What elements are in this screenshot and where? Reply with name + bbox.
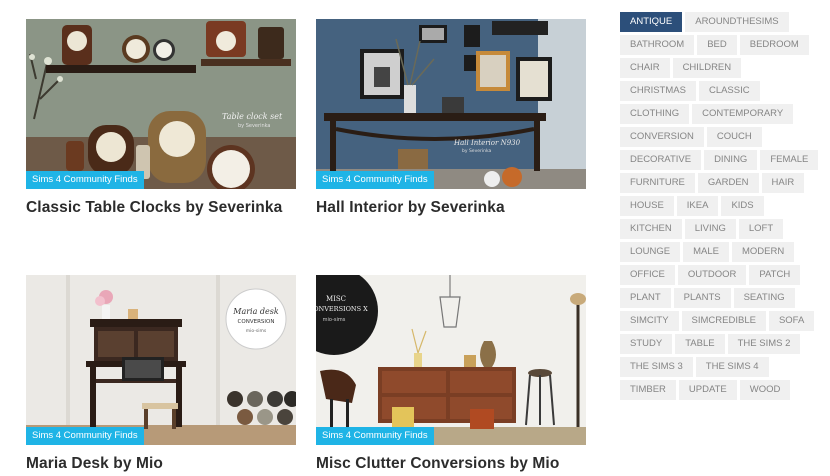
tag-simcredible[interactable]: SIMCREDIBLE [681, 311, 766, 331]
tag-outdoor[interactable]: OUTDOOR [677, 265, 747, 285]
tag-seating[interactable]: SEATING [733, 288, 795, 308]
tag-kitchen[interactable]: KITCHEN [620, 219, 682, 239]
tag-the-sims-3[interactable]: THE SIMS 3 [620, 357, 693, 377]
image-caption: MISC [326, 295, 346, 303]
image-subcaption: by Severinka [462, 148, 491, 154]
post-thumbnail[interactable]: Hall Interior N930 by Severinka Sims 4 C… [316, 19, 586, 189]
tag-the-sims-2[interactable]: THE SIMS 2 [727, 334, 801, 354]
image-subcaption: by Severinka [238, 123, 271, 129]
tag-cloud: ANTIQUE AROUNDTHESIMS BATHROOM BED BEDRO… [620, 12, 820, 400]
tag-furniture[interactable]: FURNITURE [620, 173, 695, 193]
desk-image: Maria desk CONVERSION mio-sims [26, 275, 296, 445]
tag-house[interactable]: HOUSE [620, 196, 674, 216]
post-thumbnail[interactable]: Maria desk CONVERSION mio-sims Sims 4 Co… [26, 275, 296, 445]
post-title[interactable]: Misc Clutter Conversions by Mio [316, 455, 559, 473]
hall-image: Hall Interior N930 by Severinka [316, 19, 586, 189]
tag-wood[interactable]: WOOD [739, 380, 791, 400]
category-badge[interactable]: Sims 4 Community Finds [26, 171, 144, 189]
tag-plants[interactable]: PLANTS [673, 288, 731, 308]
tag-living[interactable]: LIVING [684, 219, 736, 239]
tag-loft[interactable]: LOFT [738, 219, 784, 239]
tag-hair[interactable]: HAIR [761, 173, 805, 193]
tag-garden[interactable]: GARDEN [697, 173, 759, 193]
post-title[interactable]: Classic Table Clocks by Severinka [26, 199, 282, 217]
clocks-image: Table clock set by Severinka [26, 19, 296, 189]
tag-kids[interactable]: KIDS [721, 196, 764, 216]
image-caption: Table clock set [222, 112, 283, 121]
tag-clothing[interactable]: CLOTHING [620, 104, 690, 124]
tag-the-sims-4[interactable]: THE SIMS 4 [695, 357, 769, 377]
image-caption: Hall Interior N930 [453, 139, 521, 147]
tag-lounge[interactable]: LOUNGE [620, 242, 681, 262]
tag-conversion[interactable]: CONVERSION [620, 127, 704, 147]
image-caption-2: CONVERSION [238, 319, 275, 325]
image-subcaption: mio-sims [246, 328, 267, 334]
clutter-image: MISC CONVERSIONS X mio-sims [316, 275, 586, 445]
tag-female[interactable]: FEMALE [760, 150, 819, 170]
tag-study[interactable]: STUDY [620, 334, 673, 354]
tag-classic[interactable]: CLASSIC [698, 81, 760, 101]
tag-chair[interactable]: CHAIR [620, 58, 670, 78]
post-thumbnail[interactable]: Table clock set by Severinka Sims 4 Comm… [26, 19, 296, 189]
tag-couch[interactable]: COUCH [706, 127, 762, 147]
tag-patch[interactable]: PATCH [749, 265, 801, 285]
tag-male[interactable]: MALE [683, 242, 729, 262]
tag-antique[interactable]: ANTIQUE [620, 12, 683, 32]
tag-dining[interactable]: DINING [704, 150, 758, 170]
tag-plant[interactable]: PLANT [620, 288, 671, 308]
image-caption: Maria desk [232, 307, 279, 316]
tag-simcity[interactable]: SIMCITY [620, 311, 679, 331]
tag-sofa[interactable]: SOFA [768, 311, 815, 331]
tag-children[interactable]: CHILDREN [672, 58, 742, 78]
category-badge[interactable]: Sims 4 Community Finds [316, 171, 434, 189]
tag-modern[interactable]: MODERN [732, 242, 795, 262]
post-title[interactable]: Hall Interior by Severinka [316, 199, 505, 217]
tag-aroundthesims[interactable]: AROUNDTHESIMS [685, 12, 789, 32]
tag-contemporary[interactable]: CONTEMPORARY [692, 104, 794, 124]
tag-table[interactable]: TABLE [675, 334, 725, 354]
tag-bed[interactable]: BED [697, 35, 737, 55]
tag-decorative[interactable]: DECORATIVE [620, 150, 702, 170]
image-caption-2: CONVERSIONS X [316, 305, 368, 313]
tag-office[interactable]: OFFICE [620, 265, 675, 285]
tag-update[interactable]: UPDATE [678, 380, 737, 400]
tag-bedroom[interactable]: BEDROOM [739, 35, 809, 55]
tag-christmas[interactable]: CHRISTMAS [620, 81, 696, 101]
image-subcaption: mio-sims [323, 317, 346, 323]
category-badge[interactable]: Sims 4 Community Finds [316, 427, 434, 445]
category-badge[interactable]: Sims 4 Community Finds [26, 427, 144, 445]
post-title[interactable]: Maria Desk by Mio [26, 455, 163, 473]
tag-timber[interactable]: TIMBER [620, 380, 676, 400]
post-thumbnail[interactable]: MISC CONVERSIONS X mio-sims [316, 275, 586, 445]
tag-bathroom[interactable]: BATHROOM [620, 35, 695, 55]
tag-ikea[interactable]: IKEA [676, 196, 719, 216]
